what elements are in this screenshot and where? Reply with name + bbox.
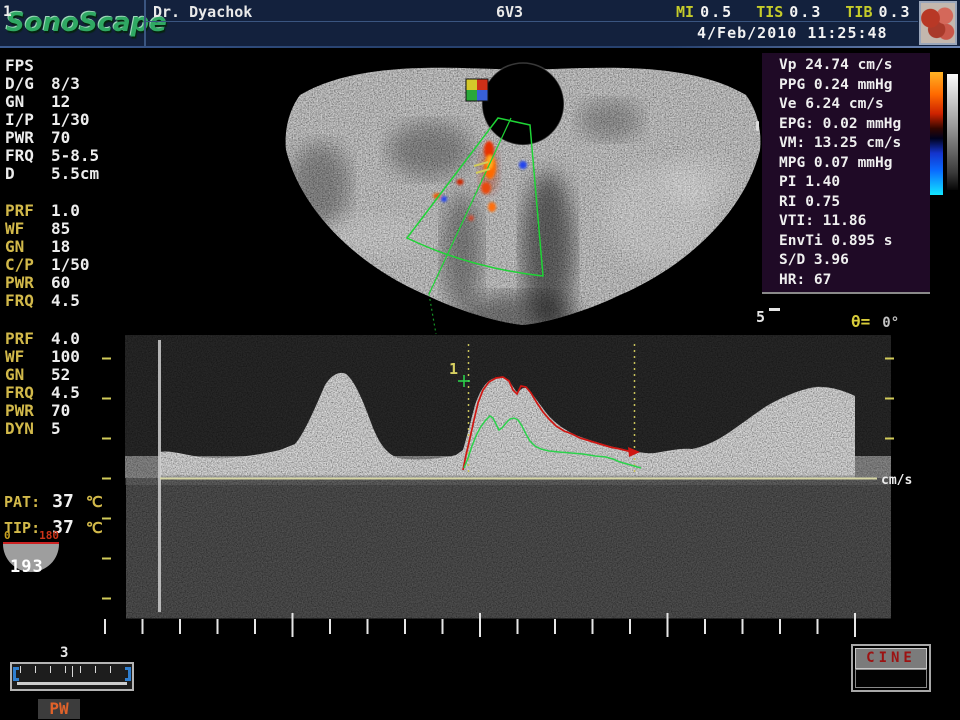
spectral-doppler-display: 1 cm/s [0,335,960,645]
param-label: PWR [5,274,51,292]
velocity-unit-label: cm/s [881,473,912,488]
measurement-line: PI 1.40 [762,173,930,193]
steer-angle-readout: θ= 0° [851,312,899,331]
param-row: D/G 8/3 [5,75,155,93]
mi-label: MI [676,3,694,21]
tis-label: TIS [756,3,783,21]
param-label: FRQ [5,147,51,165]
param-row: C/P 1/50 [5,256,155,274]
param-value: 1/30 [51,111,155,129]
top-status-bar: SonoScape Dr. Dyachok 6V3 MI 0.5 TIS 0.3 T… [0,0,960,46]
param-value: 18 [51,238,155,256]
beat-marker-label: 1 [449,360,458,378]
patient-image-thumbnail[interactable] [919,1,957,45]
param-row: FRQ 5-8.5 [5,147,155,165]
mi-value: 0.5 [700,3,733,21]
measurement-line: RI 0.75 [762,193,930,213]
param-value: 1/50 [51,256,155,274]
sonoscape-logo: SonoScape [6,8,144,38]
cine-button[interactable]: CINE [851,644,931,692]
param-label: PWR [5,129,51,147]
param-value [51,57,155,75]
param-label: PRF [5,202,51,220]
measurement-line: MPG 0.07 mmHg [762,154,930,174]
param-row: WF 85 [5,220,155,238]
cine-scrollbar-right-bracket[interactable] [125,667,131,681]
cine-button-label[interactable]: CINE [855,648,927,669]
param-label: GN [5,93,51,111]
datetime: 4/Feb/2010 11:25:48 [697,24,888,42]
lower-spectrum-noise [161,482,856,612]
probe-orientation-icon [466,79,488,101]
measurement-line: EPG: 0.02 mmHg [762,115,930,135]
b-mode-params: FPS D/G 8/3 GN 12 I/P 1/30 PWR 70 FRQ 5-… [5,57,155,183]
theta-label: θ= [851,312,870,331]
cine-scrollbar-midtick [72,666,73,677]
param-value: 4.5 [51,292,155,310]
measurement-line: Ve 6.24 cm/s [762,95,930,115]
cine-button-slot [855,669,927,688]
tib-label: TIB [845,3,872,21]
param-row: PRF 1.0 [5,202,155,220]
param-label: D [5,165,51,183]
param-label: WF [5,220,51,238]
param-label: I/P [5,111,51,129]
param-row: FRQ 4.5 [5,292,155,310]
param-row: D 5.5cm [5,165,155,183]
param-row: GN 18 [5,238,155,256]
measurement-line: Vp 24.74 cm/s [762,56,930,76]
measurement-line: HR: 67 [762,271,930,291]
color-mode-params: PRF 1.0 WF 85 GN 18 C/P 1/50 PWR 60 FRQ … [5,202,155,310]
cine-scrollbar-bar[interactable] [17,682,127,685]
pw-cursor-extension [429,294,436,334]
param-row: PWR 70 [5,129,155,147]
sweep-edge-line [158,340,161,612]
measurement-line: VM: 13.25 cm/s [762,134,930,154]
cine-slider-value: 3 [60,645,68,661]
b-mode-image [268,50,768,340]
param-label: GN [5,238,51,256]
topbar-row-divider [146,21,918,22]
param-label: FPS [5,57,51,75]
depth-marker-dash [769,308,780,311]
pw-mode-button[interactable]: PW [38,699,80,719]
cine-scrollbar-left-bracket[interactable] [13,667,19,681]
acoustic-indices: MI 0.5 TIS 0.3 TIB 0.3 [676,3,912,21]
param-value: 12 [51,93,155,111]
param-row: PWR 60 [5,274,155,292]
probe-model: 6V3 [496,3,523,21]
cine-scrollbar[interactable] [10,662,134,691]
measurement-index: 1 [3,4,12,20]
param-row: FPS [5,57,155,75]
param-value: 8/3 [51,75,155,93]
tis-value: 0.3 [789,3,822,21]
param-value: 1.0 [51,202,155,220]
param-row: I/P 1/30 [5,111,155,129]
param-label: FRQ [5,292,51,310]
doctor-name: Dr. Dyachok [153,3,252,21]
topbar-underline [0,46,960,48]
measurement-line: EnvTi 0.895 s [762,232,930,252]
param-value: 5-8.5 [51,147,155,165]
param-label: D/G [5,75,51,93]
param-value: 70 [51,129,155,147]
measurement-line: VTI: 11.86 [762,212,930,232]
color-doppler-scale [930,72,943,195]
param-row: GN 12 [5,93,155,111]
baseline-noise-band [160,457,856,477]
grayscale-bar [947,74,958,190]
tib-value: 0.3 [879,3,912,21]
param-value: 5.5cm [51,165,155,183]
time-ruler-ticks [105,613,855,637]
topbar-divider [144,0,146,46]
measurement-line: S/D 3.96 [762,251,930,271]
param-label: C/P [5,256,51,274]
param-value: 85 [51,220,155,238]
measurement-panel: Vp 24.74 cm/sPPG 0.24 mmHgVe 6.24 cm/sEP… [762,53,930,294]
focus-marker[interactable] [756,121,759,131]
param-value: 60 [51,274,155,292]
measurement-line: PPG 0.24 mmHg [762,76,930,96]
theta-value: 0° [882,315,899,331]
